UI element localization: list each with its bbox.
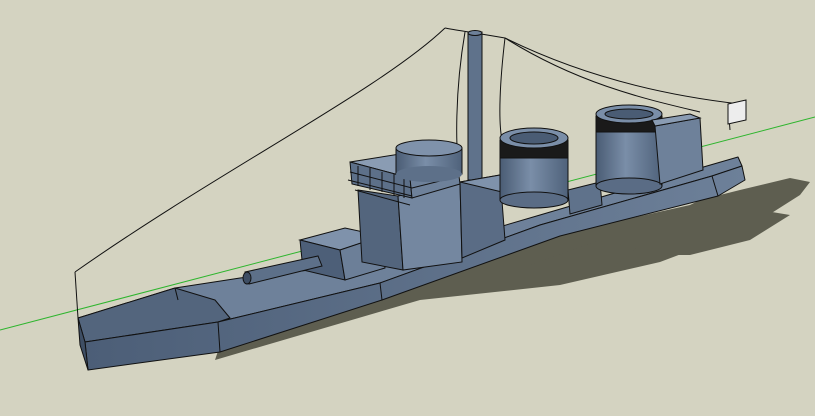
main-mast (467, 30, 483, 181)
gun-muzzle (242, 271, 252, 285)
forward-funnel (499, 127, 569, 209)
modeling-viewport[interactable] (0, 0, 815, 416)
aft-funnel (595, 104, 663, 195)
viewport-canvas[interactable] (0, 0, 815, 416)
bridge-front (357, 189, 404, 271)
flag-icon (727, 99, 747, 125)
rangefinder-drum (395, 139, 463, 182)
